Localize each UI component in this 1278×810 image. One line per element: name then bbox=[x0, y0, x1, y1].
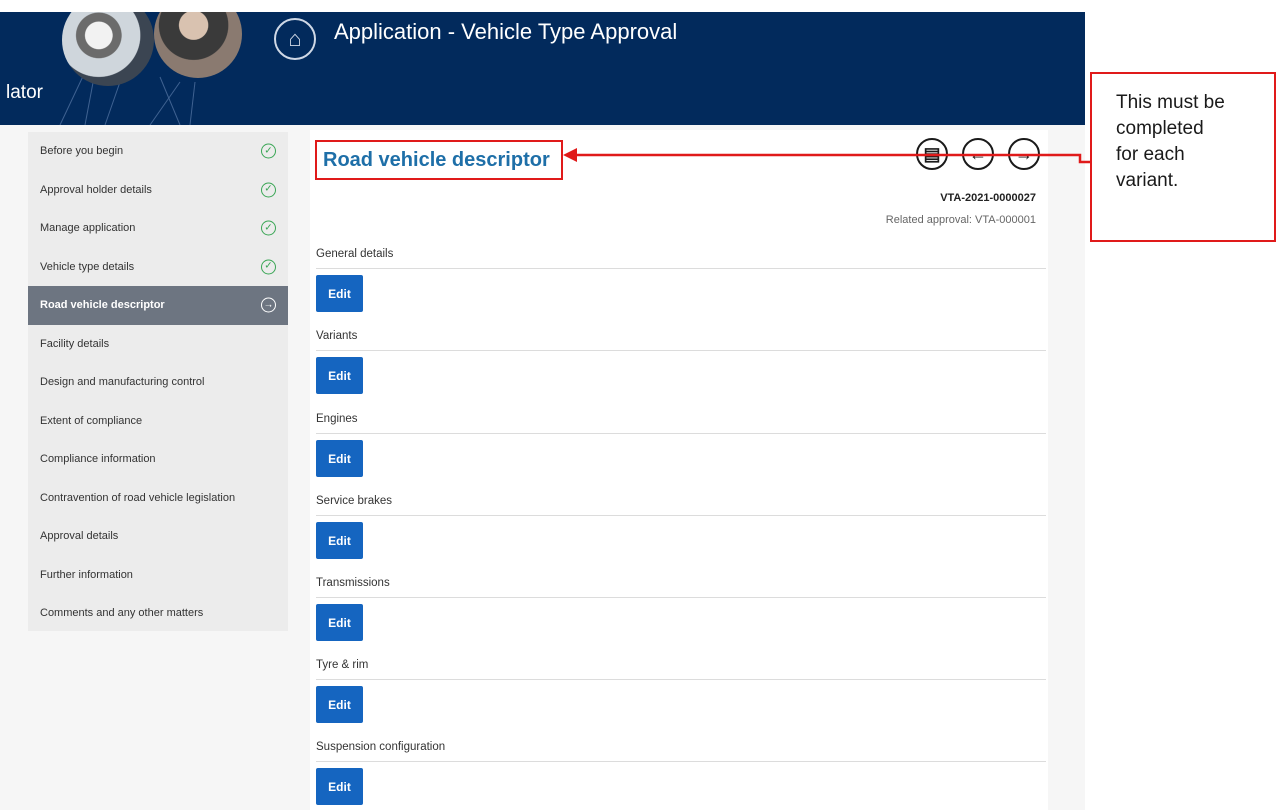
sidebar-item-label: Facility details bbox=[40, 337, 110, 350]
sidebar-item-further-information[interactable]: Further information bbox=[28, 556, 288, 595]
sidebar-item-label: Compliance information bbox=[40, 453, 156, 466]
document-icon: ▤ bbox=[923, 143, 941, 164]
section-divider bbox=[316, 433, 1046, 434]
sidebar-item-label: Extent of compliance bbox=[40, 414, 143, 427]
section-divider bbox=[316, 350, 1046, 351]
sidebar-item-approval-holder-details[interactable]: Approval holder details ✓ bbox=[28, 171, 288, 210]
next-button[interactable]: → bbox=[1008, 138, 1040, 170]
sidebar-item-label: Comments and any other matters bbox=[40, 607, 204, 620]
sidebar-item-manage-application[interactable]: Manage application ✓ bbox=[28, 209, 288, 248]
section-label-service-brakes: Service brakes bbox=[316, 495, 393, 507]
page-title: Road vehicle descriptor bbox=[323, 148, 550, 171]
sidebar-item-label: Manage application bbox=[40, 222, 136, 235]
edit-variants-button[interactable]: Edit bbox=[316, 357, 363, 394]
edit-service-brakes-button[interactable]: Edit bbox=[316, 522, 363, 559]
edit-general-details-button[interactable]: Edit bbox=[316, 275, 363, 312]
section-divider bbox=[316, 597, 1046, 598]
home-icon: ⌂ bbox=[288, 26, 302, 51]
edit-transmissions-button[interactable]: Edit bbox=[316, 604, 363, 641]
sidebar-item-comments[interactable]: Comments and any other matters bbox=[28, 594, 288, 633]
next-arrow-icon: → bbox=[1015, 143, 1033, 164]
sidebar-item-label: Design and manufacturing control bbox=[40, 376, 205, 389]
sidebar-nav: Before you begin ✓ Approval holder detai… bbox=[28, 132, 288, 631]
sidebar-item-label: Contravention of road vehicle legislatio… bbox=[40, 491, 236, 504]
section-divider bbox=[316, 679, 1046, 680]
section-divider bbox=[316, 515, 1046, 516]
annotation-line: completed bbox=[1116, 118, 1204, 139]
check-circle-icon: ✓ bbox=[261, 143, 276, 159]
section-divider bbox=[316, 268, 1046, 269]
previous-button[interactable]: ← bbox=[962, 138, 994, 170]
previous-arrow-icon: ← bbox=[969, 143, 987, 164]
sidebar-item-label: Approval details bbox=[40, 530, 119, 543]
edit-engines-button[interactable]: Edit bbox=[316, 440, 363, 477]
annotation-callout: This must be completed for each variant. bbox=[1090, 72, 1276, 242]
section-label-general-details: General details bbox=[316, 248, 394, 260]
document-button[interactable]: ▤ bbox=[916, 138, 948, 170]
section-label-transmissions: Transmissions bbox=[316, 577, 390, 589]
sidebar-item-vehicle-type-details[interactable]: Vehicle type details ✓ bbox=[28, 248, 288, 287]
check-circle-icon: ✓ bbox=[261, 220, 276, 236]
header-cut-text: lator bbox=[6, 82, 43, 103]
section-label-engines: Engines bbox=[316, 413, 358, 425]
main-panel: Road vehicle descriptor ▤ ← → VTA-2021-0… bbox=[310, 130, 1048, 810]
edit-tyre-rim-button[interactable]: Edit bbox=[316, 686, 363, 723]
edit-suspension-configuration-button[interactable]: Edit bbox=[316, 768, 363, 805]
annotation-line: variant. bbox=[1116, 170, 1179, 191]
section-label-tyre-rim: Tyre & rim bbox=[316, 659, 369, 671]
sidebar-item-label: Further information bbox=[40, 568, 133, 581]
app-header: lator ⌂ Application - Vehicle Type Appro… bbox=[0, 12, 1085, 125]
sidebar-item-label: Road vehicle descriptor bbox=[40, 299, 165, 312]
annotation-line: This must be bbox=[1116, 92, 1225, 113]
sidebar-item-label: Vehicle type details bbox=[40, 260, 135, 273]
arrow-right-circle-icon: → bbox=[261, 297, 276, 313]
sidebar-item-approval-details[interactable]: Approval details bbox=[28, 517, 288, 556]
sidebar-item-label: Before you begin bbox=[40, 145, 124, 158]
section-divider bbox=[316, 761, 1046, 762]
section-label-variants: Variants bbox=[316, 330, 358, 342]
app-title: Application - Vehicle Type Approval bbox=[334, 19, 678, 44]
check-circle-icon: ✓ bbox=[261, 182, 276, 198]
page-title-highlight: Road vehicle descriptor bbox=[315, 140, 563, 180]
sidebar-item-contravention[interactable]: Contravention of road vehicle legislatio… bbox=[28, 479, 288, 518]
check-circle-icon: ✓ bbox=[261, 259, 276, 275]
sidebar-item-compliance-information[interactable]: Compliance information bbox=[28, 440, 288, 479]
sidebar-item-road-vehicle-descriptor[interactable]: Road vehicle descriptor → bbox=[28, 286, 288, 325]
application-reference: VTA-2021-0000027 bbox=[940, 192, 1036, 204]
related-approval: Related approval: VTA-000001 bbox=[885, 214, 1036, 226]
section-label-suspension-configuration: Suspension configuration bbox=[316, 741, 446, 753]
home-button[interactable]: ⌂ bbox=[274, 18, 316, 60]
sidebar-item-extent-of-compliance[interactable]: Extent of compliance bbox=[28, 402, 288, 441]
sidebar-item-label: Approval holder details bbox=[40, 183, 152, 196]
sidebar-item-design-and-manufacturing-control[interactable]: Design and manufacturing control bbox=[28, 363, 288, 402]
annotation-line: for each bbox=[1116, 144, 1185, 165]
sidebar-item-facility-details[interactable]: Facility details bbox=[28, 325, 288, 364]
sidebar-item-before-you-begin[interactable]: Before you begin ✓ bbox=[28, 132, 288, 171]
